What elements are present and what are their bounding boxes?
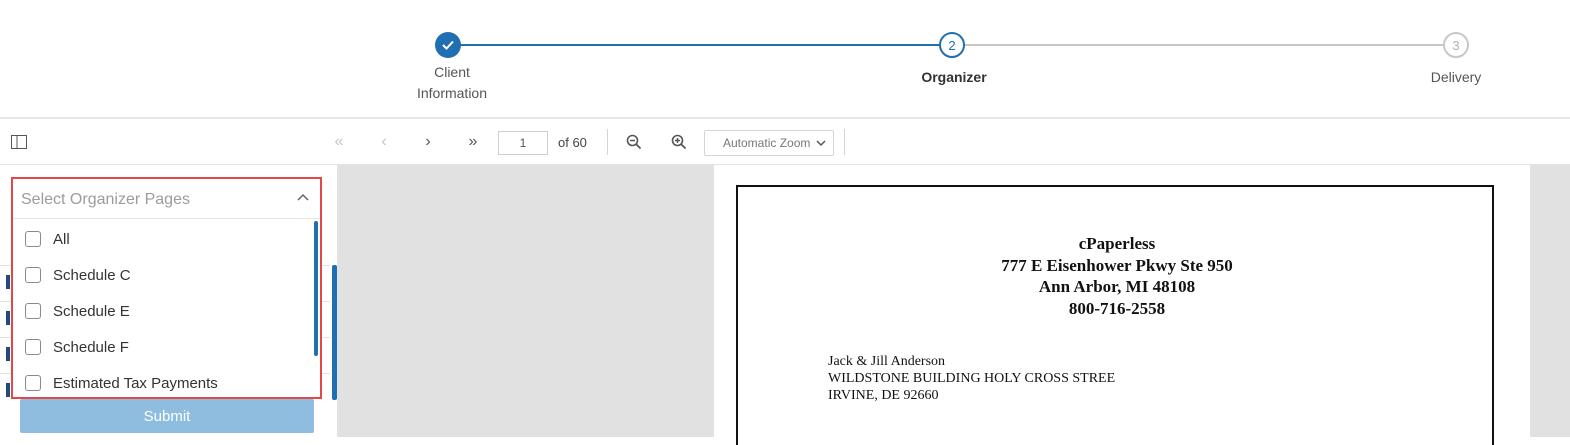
option-label: Schedule F	[53, 338, 129, 356]
sidebar-toggle-icon[interactable]	[8, 131, 30, 153]
option-estimated-tax-payments[interactable]: Estimated Tax Payments	[13, 365, 313, 397]
organizer-pages-dropdown[interactable]: Select Organizer Pages All Schedule C Sc…	[11, 177, 322, 399]
zoom-out-icon[interactable]	[623, 131, 645, 153]
chevron-left-icon[interactable]: ‹	[373, 131, 395, 153]
option-label: Schedule E	[53, 302, 130, 320]
option-label: All	[53, 230, 70, 248]
pdf-toolbar: « ‹ › » of 60 Automatic Zoom	[0, 119, 1570, 165]
pdf-viewer: cPaperless 777 E Eisenhower Pkwy Ste 950…	[338, 165, 1570, 445]
step-delivery-circle[interactable]: 3	[1443, 32, 1469, 58]
checkbox[interactable]	[25, 339, 41, 355]
dropdown-scrollbar[interactable]	[314, 221, 318, 356]
checkmark-icon	[442, 40, 454, 50]
organizer-pages-options: All Schedule C Schedule E Schedule F Est…	[13, 221, 320, 397]
toolbar-separator	[607, 129, 608, 155]
option-all[interactable]: All	[13, 221, 313, 257]
submit-button[interactable]: Submit	[20, 399, 314, 433]
progress-stepper: Client Information 2 Organizer 3 Deliver…	[0, 0, 1570, 118]
firm-name: cPaperless	[1078, 234, 1156, 253]
option-label: Schedule C	[53, 266, 131, 284]
checkbox[interactable]	[25, 231, 41, 247]
page-frame: cPaperless 777 E Eisenhower Pkwy Ste 950…	[736, 185, 1494, 445]
step-client-information-label: Client Information	[392, 62, 512, 104]
stepper-line-complete	[448, 44, 952, 46]
checkbox[interactable]	[25, 375, 41, 391]
option-schedule-f[interactable]: Schedule F	[13, 329, 313, 365]
step-organizer-circle[interactable]: 2	[939, 32, 965, 58]
checkbox[interactable]	[25, 303, 41, 319]
firm-address-line1: 777 E Eisenhower Pkwy Ste 950	[1001, 255, 1233, 275]
page-number-input[interactable]	[498, 131, 548, 155]
step-client-information-circle[interactable]	[435, 32, 461, 58]
step-label-line1: Client	[434, 64, 470, 80]
checkbox[interactable]	[25, 267, 41, 283]
option-label: Estimated Tax Payments	[53, 374, 218, 392]
double-chevron-left-icon[interactable]: «	[328, 131, 350, 153]
client-address-line1: WILDSTONE BUILDING HOLY CROSS STREE	[828, 371, 1116, 386]
step-organizer-label: Organizer	[921, 69, 987, 85]
pdf-page: cPaperless 777 E Eisenhower Pkwy Ste 950…	[714, 165, 1530, 445]
chevron-up-icon[interactable]	[296, 191, 310, 205]
zoom-select[interactable]: Automatic Zoom	[704, 130, 834, 156]
firm-address-line2: Ann Arbor, MI 48108	[1038, 277, 1196, 296]
client-address-line2: IRVINE, DE 92660	[828, 388, 939, 403]
step-delivery-label: Delivery	[1430, 69, 1482, 85]
firm-phone: 800-716-2558	[1068, 298, 1166, 318]
chevron-down-icon	[816, 140, 826, 147]
row-marker	[6, 311, 10, 325]
step-label-line2: Information	[416, 85, 488, 101]
stepper-line-pending	[952, 44, 1456, 46]
organizer-pages-select[interactable]: Select Organizer Pages	[13, 179, 320, 219]
row-marker	[6, 347, 10, 361]
toolbar-separator	[844, 129, 845, 155]
client-name: Jack & Jill Anderson	[828, 354, 946, 369]
firm-header: cPaperless 777 E Eisenhower Pkwy Ste 950…	[738, 233, 1496, 319]
zoom-in-icon[interactable]	[668, 131, 690, 153]
option-schedule-c[interactable]: Schedule C	[13, 257, 313, 293]
chevron-right-icon[interactable]: ›	[417, 131, 439, 153]
double-chevron-right-icon[interactable]: »	[462, 131, 484, 153]
organizer-pages-placeholder: Select Organizer Pages	[21, 191, 190, 208]
page-total-label: of 60	[558, 135, 587, 150]
row-marker	[6, 383, 10, 397]
row-marker	[6, 275, 10, 289]
client-address-block: Jack & Jill Anderson WILDSTONE BUILDING …	[828, 353, 1115, 404]
zoom-select-value: Automatic Zoom	[723, 136, 811, 150]
option-schedule-e[interactable]: Schedule E	[13, 293, 313, 329]
left-panel-scrollbar[interactable]	[332, 265, 337, 400]
